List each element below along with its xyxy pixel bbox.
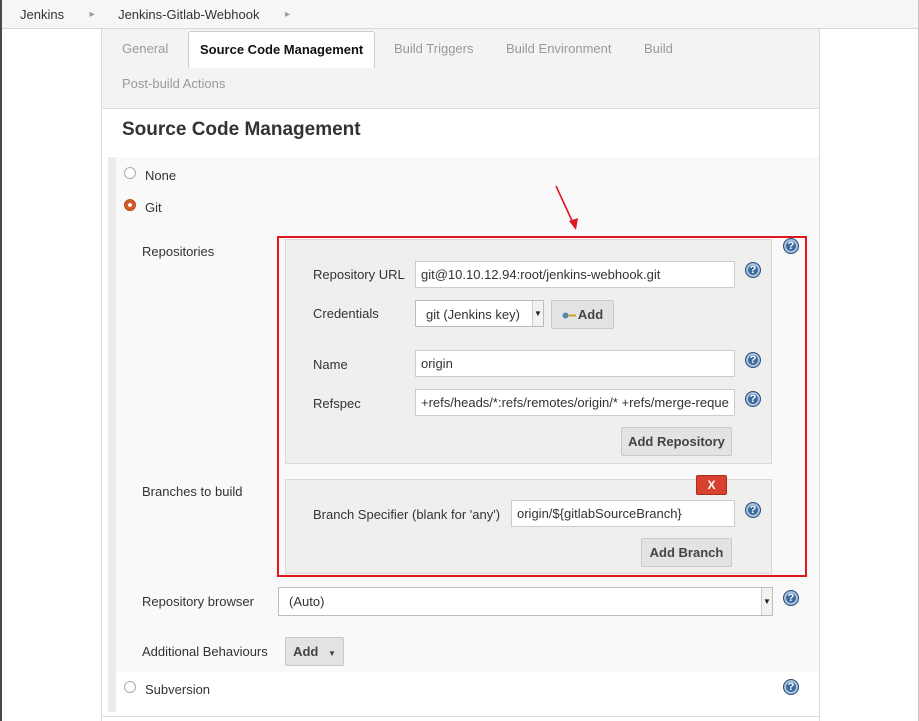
window-left-edge [0,0,2,721]
tab-build-triggers[interactable]: Build Triggers [394,41,473,56]
chevron-right-icon: ▸ [284,8,290,20]
section-title: Source Code Management [122,119,361,140]
additional-behaviours-label: Additional Behaviours [142,644,268,659]
tab-build[interactable]: Build [644,41,673,56]
config-panel: General Source Code Management Build Tri… [101,29,820,721]
repositories-label: Repositories [142,244,215,259]
help-subversion-icon[interactable]: ? [783,679,799,695]
branches-label: Branches to build [142,484,243,499]
repo-browser-label: Repository browser [142,594,254,609]
breadcrumb-jenkins[interactable]: Jenkins [2,0,84,29]
caret-down-icon: ▼ [327,649,336,658]
section-indent-bar [108,157,116,712]
repo-browser-select-value: (Auto) [289,594,325,609]
config-tabbar: General Source Code Management Build Tri… [102,29,819,109]
red-arrow-icon [555,185,578,230]
tab-general[interactable]: General [122,41,168,56]
repo-browser-select[interactable]: (Auto) ▼ [278,587,773,616]
add-behaviour-button[interactable]: Add ▼ [285,637,344,666]
radio-none-label[interactable]: None [145,168,176,183]
tab-source-code-management[interactable]: Source Code Management [188,31,376,68]
divider [102,716,819,717]
tab-post-build-actions[interactable]: Post-build Actions [122,76,225,91]
radio-git-label[interactable]: Git [145,200,162,215]
chevron-right-icon: ▸ [89,8,95,20]
highlight-frame [277,236,807,577]
radio-subversion-label[interactable]: Subversion [145,682,210,697]
tab-build-environment[interactable]: Build Environment [506,41,612,56]
radio-git[interactable] [124,199,136,211]
radio-none[interactable] [124,167,136,179]
add-behaviour-label: Add [293,644,319,659]
breadcrumb: Jenkins ▸ Jenkins-Gitlab-Webhook ▸ [2,0,918,29]
breadcrumb-job[interactable]: Jenkins-Gitlab-Webhook [100,0,279,29]
help-repo-browser-icon[interactable]: ? [783,590,799,606]
radio-subversion[interactable] [124,681,136,693]
chevron-down-icon: ▼ [761,588,772,615]
